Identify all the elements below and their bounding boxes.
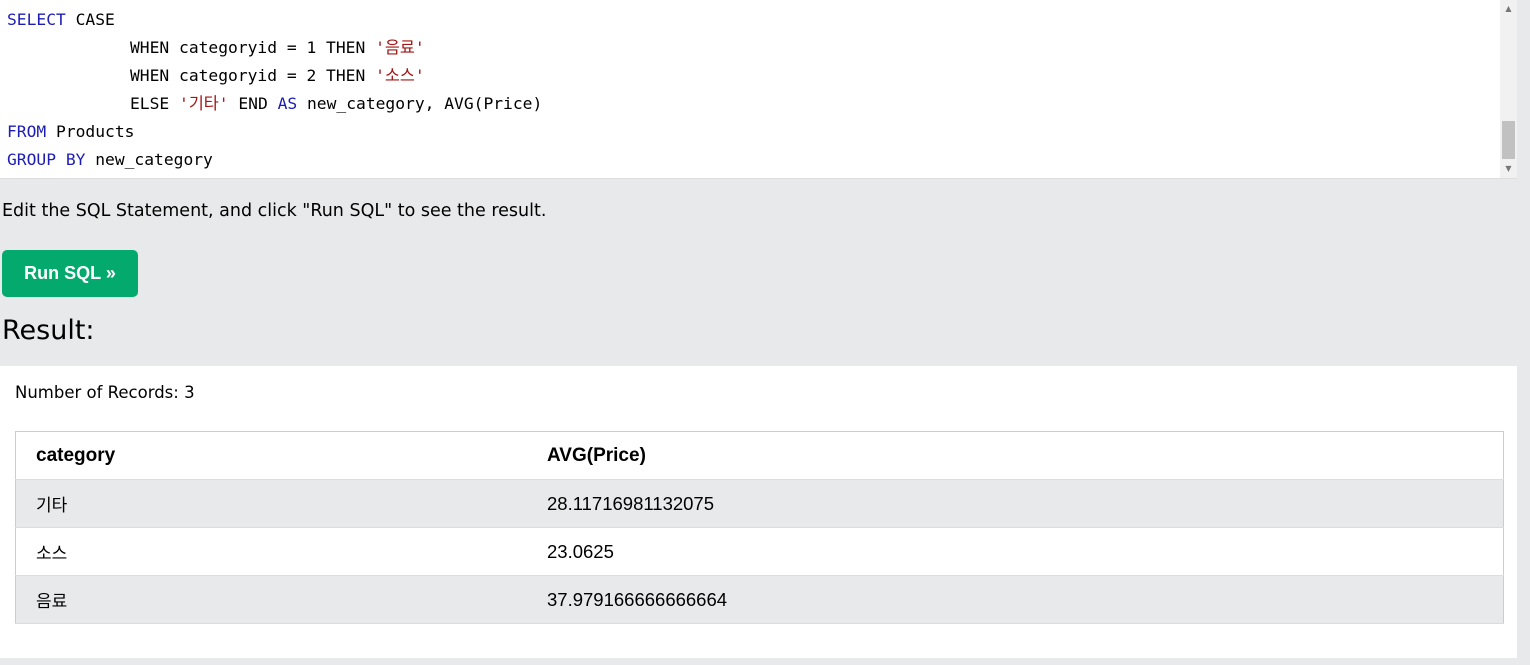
table-cell: 28.11716981132075	[547, 492, 715, 514]
table-row: 기타 28.11716981132075	[15, 479, 1504, 528]
sql-text: WHEN categoryid = 1 THEN	[130, 38, 376, 57]
code-line[interactable]: SELECT CASE	[7, 6, 542, 34]
sql-text: END	[228, 94, 278, 113]
sql-keyword: GROUP BY	[7, 150, 86, 169]
result-panel: Number of Records: 3 category AVG(Price)…	[0, 366, 1517, 658]
instruction-text: Edit the SQL Statement, and click "Run S…	[2, 201, 547, 221]
table-cell: 음료	[36, 592, 68, 612]
sql-text: CASE	[65, 10, 115, 29]
scrollbar-thumb[interactable]	[1502, 121, 1515, 159]
sql-string: '기타'	[179, 94, 229, 113]
table-row: 소스 23.0625	[15, 528, 1504, 576]
scroll-up-icon[interactable]: ▲	[1500, 2, 1517, 16]
sql-keyword: FROM	[7, 122, 47, 141]
table-cell: 소스	[36, 544, 68, 564]
table-cell: 23.0625	[547, 540, 614, 562]
sql-text: new_category	[85, 150, 213, 169]
run-sql-button[interactable]: Run SQL »	[2, 250, 138, 297]
sql-text: WHEN categoryid = 2 THEN	[130, 66, 376, 85]
run-sql-label: Run SQL »	[24, 263, 116, 283]
sql-text: Products	[46, 122, 135, 141]
scroll-down-icon[interactable]: ▼	[1500, 162, 1517, 176]
code-line[interactable]: WHEN categoryid = 1 THEN '음료'	[7, 34, 542, 62]
records-count: Number of Records: 3	[15, 383, 195, 402]
code-line[interactable]: GROUP BY new_category	[7, 146, 542, 174]
sql-string: '음료'	[375, 38, 425, 57]
sql-text: new_category, AVG(Price)	[297, 94, 543, 113]
table-cell: 기타	[36, 496, 68, 516]
column-header: category	[36, 444, 116, 466]
result-table: category AVG(Price) 기타 28.11716981132075…	[15, 431, 1504, 624]
sql-keyword: AS	[277, 94, 298, 113]
sql-editor[interactable]: SELECT CASE WHEN categoryid = 1 THEN '음료'…	[0, 0, 1517, 179]
column-header: AVG(Price)	[547, 444, 646, 466]
table-header-row: category AVG(Price)	[15, 432, 1504, 480]
sql-keyword: SELECT	[7, 10, 66, 29]
table-cell: 37.979166666666664	[547, 588, 728, 610]
code-line[interactable]: ELSE '기타' END AS new_category, AVG(Price…	[7, 90, 542, 118]
editor-scrollbar[interactable]: ▲ ▼	[1500, 0, 1517, 178]
sql-code[interactable]: SELECT CASE WHEN categoryid = 1 THEN '음료'…	[7, 6, 542, 174]
result-heading: Result:	[2, 315, 95, 346]
code-line[interactable]: FROM Products	[7, 118, 542, 146]
sql-text: ELSE	[130, 94, 180, 113]
table-row: 음료 37.979166666666664	[15, 575, 1504, 624]
code-line[interactable]: WHEN categoryid = 2 THEN '소스'	[7, 62, 542, 90]
sql-string: '소스'	[375, 66, 425, 85]
